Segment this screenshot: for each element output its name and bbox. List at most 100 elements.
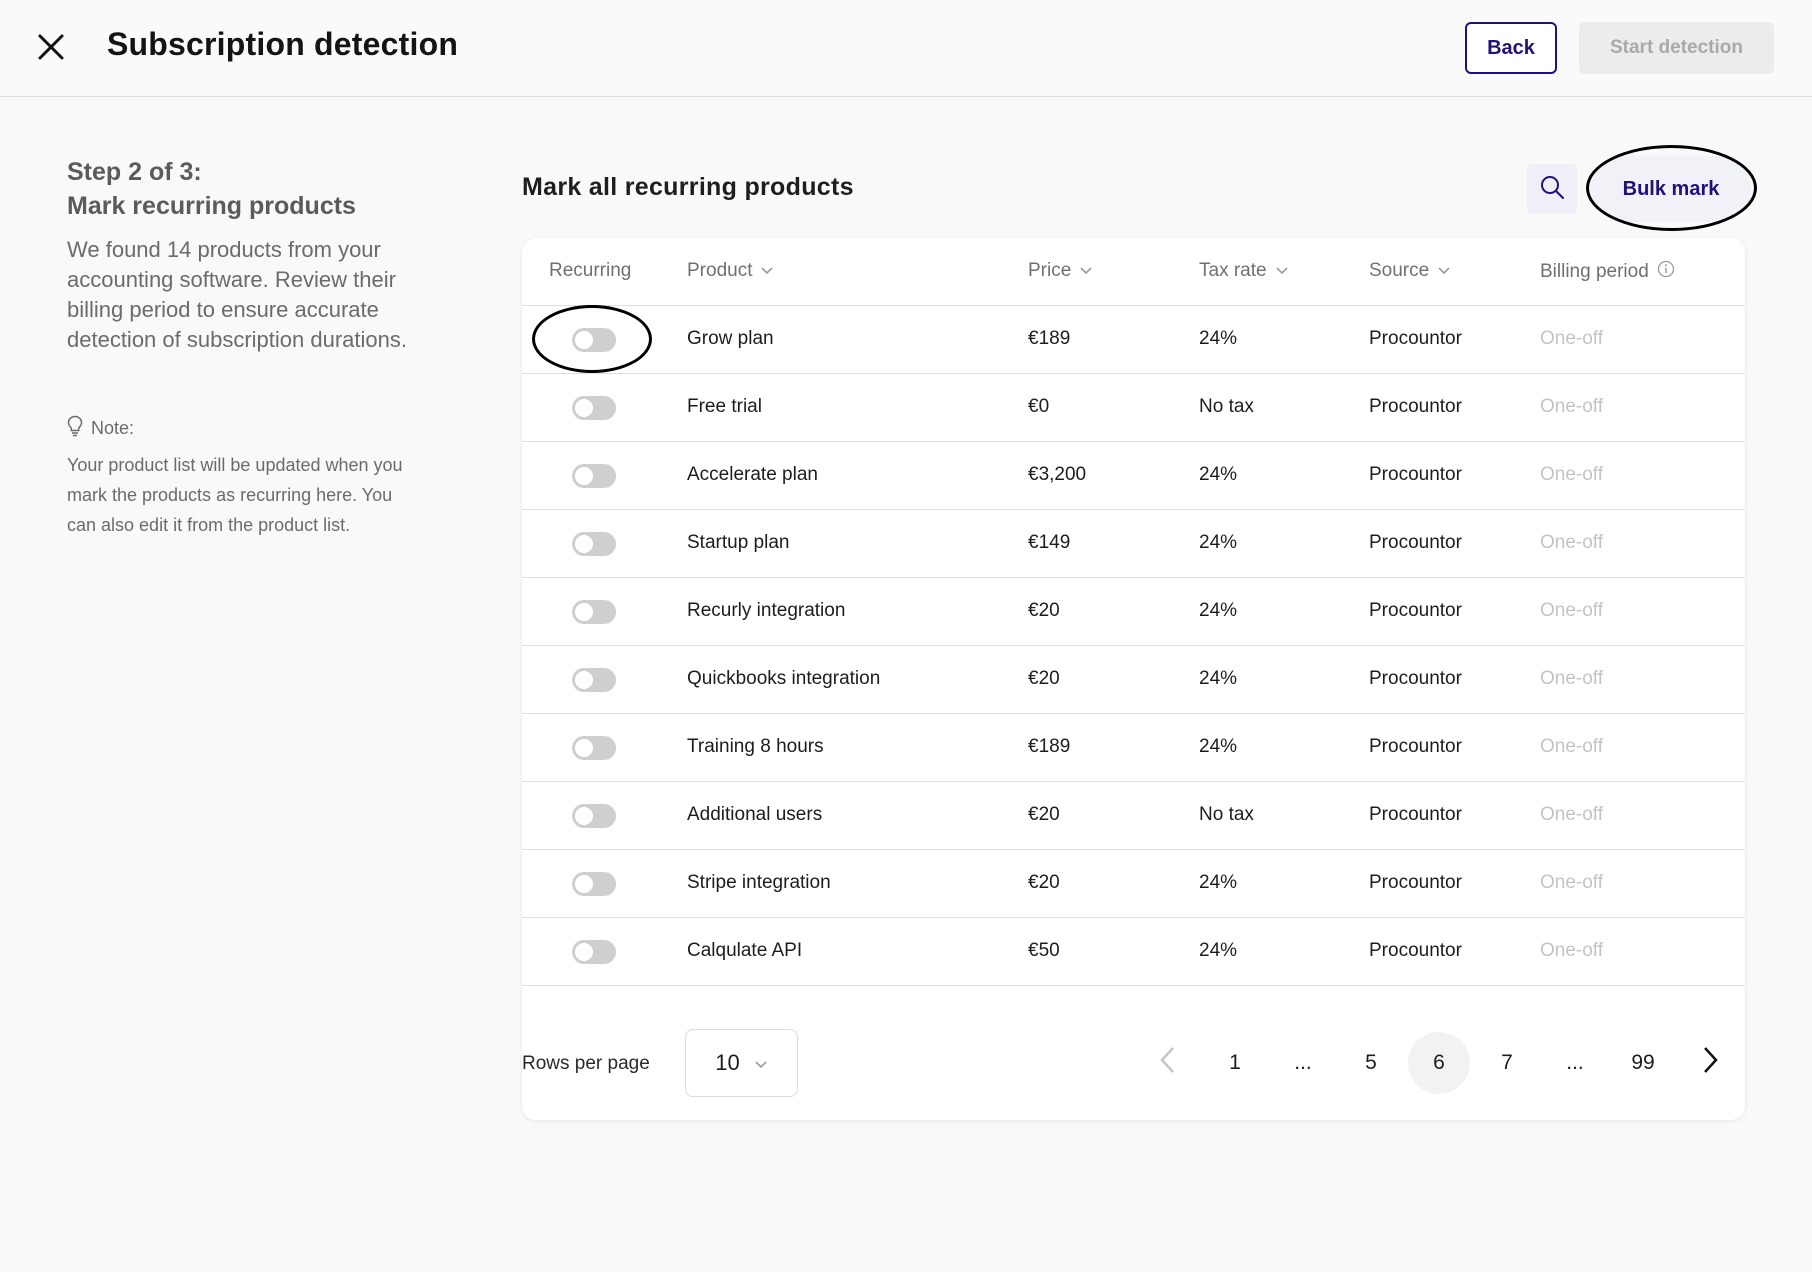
product-tax-rate: No tax [1199, 396, 1254, 417]
billing-period: One-off [1540, 396, 1604, 417]
search-icon [1539, 174, 1565, 205]
next-page-button[interactable] [1680, 1032, 1742, 1094]
step-info-panel: Step 2 of 3: Mark recurring products We … [67, 155, 407, 540]
recurring-toggle[interactable] [572, 940, 616, 964]
billing-period: One-off [1540, 940, 1604, 961]
product-price: €20 [1028, 872, 1060, 893]
close-icon[interactable] [33, 29, 69, 65]
table-row: Grow plan €189 24% Procountor One-off [522, 306, 1745, 374]
page-button[interactable]: 7 [1476, 1032, 1538, 1094]
product-name: Grow plan [687, 328, 774, 349]
product-source: Procountor [1369, 600, 1462, 621]
search-button[interactable] [1527, 164, 1577, 214]
recurring-toggle[interactable] [572, 668, 616, 692]
start-detection-button[interactable]: Start detection [1579, 22, 1774, 74]
product-tax-rate: 24% [1199, 668, 1238, 689]
rows-per-page-label: Rows per page [522, 1053, 650, 1074]
recurring-toggle[interactable] [572, 328, 616, 352]
product-tax-rate: 24% [1199, 872, 1238, 893]
rows-per-page-select[interactable]: 10 [685, 1029, 798, 1097]
chevron-right-icon [1702, 1045, 1720, 1081]
product-price: €20 [1028, 668, 1060, 689]
product-tax-rate: 24% [1199, 736, 1238, 757]
step-counter: Step 2 of 3: [67, 158, 202, 186]
billing-period: One-off [1540, 532, 1604, 553]
product-price: €189 [1028, 736, 1071, 757]
table-row: Quickbooks integration €20 24% Procounto… [522, 646, 1745, 714]
previous-page-button[interactable] [1136, 1032, 1198, 1094]
info-icon[interactable] [1657, 260, 1675, 284]
column-header-billing-period: Billing period [1540, 260, 1675, 284]
page-ellipsis: ... [1294, 1051, 1312, 1074]
product-price: €149 [1028, 532, 1071, 553]
product-tax-rate: No tax [1199, 804, 1254, 825]
column-header-recurring: Recurring [549, 260, 632, 281]
product-price: €189 [1028, 328, 1071, 349]
step-title: Mark recurring products [67, 192, 356, 220]
recurring-toggle[interactable] [572, 464, 616, 488]
product-source: Procountor [1369, 328, 1462, 349]
column-header-source[interactable]: Source [1369, 260, 1451, 282]
product-name: Quickbooks integration [687, 668, 881, 689]
chevron-down-icon [1079, 260, 1093, 282]
product-name: Stripe integration [687, 872, 831, 893]
chevron-down-icon [760, 260, 774, 282]
bulk-mark-button[interactable]: Bulk mark [1591, 156, 1751, 222]
page-title: Subscription detection [107, 26, 459, 62]
chevron-down-icon [754, 1050, 768, 1076]
table-row: Startup plan €149 24% Procountor One-off [522, 510, 1745, 578]
product-name: Accelerate plan [687, 464, 818, 485]
product-source: Procountor [1369, 872, 1462, 893]
column-header-price[interactable]: Price [1028, 260, 1093, 282]
recurring-toggle[interactable] [572, 396, 616, 420]
page-button[interactable]: 5 [1340, 1032, 1402, 1094]
product-source: Procountor [1369, 396, 1462, 417]
product-price: €20 [1028, 600, 1060, 621]
section-heading: Mark all recurring products [522, 173, 854, 201]
product-name: Additional users [687, 804, 823, 825]
product-name: Calqulate API [687, 940, 803, 961]
recurring-toggle[interactable] [572, 804, 616, 828]
page-button[interactable]: 99 [1612, 1032, 1674, 1094]
back-button[interactable]: Back [1465, 22, 1557, 74]
recurring-toggle[interactable] [572, 600, 616, 624]
product-name: Free trial [687, 396, 762, 417]
note-text: Your product list will be updated when y… [67, 455, 403, 535]
product-price: €3,200 [1028, 464, 1087, 485]
step-description: We found 14 products from your accountin… [67, 237, 407, 352]
recurring-toggle[interactable] [572, 736, 616, 760]
note-header: Note: [67, 415, 407, 442]
table-row: Recurly integration €20 24% Procountor O… [522, 578, 1745, 646]
table-row: Calqulate API €50 24% Procountor One-off [522, 918, 1745, 986]
billing-period: One-off [1540, 328, 1604, 349]
product-source: Procountor [1369, 532, 1462, 553]
billing-period: One-off [1540, 668, 1604, 689]
product-source: Procountor [1369, 668, 1462, 689]
product-price: €0 [1028, 396, 1050, 417]
billing-period: One-off [1540, 600, 1604, 621]
table-row: Stripe integration €20 24% Procountor On… [522, 850, 1745, 918]
product-tax-rate: 24% [1199, 532, 1238, 553]
column-header-product[interactable]: Product [687, 260, 774, 282]
product-source: Procountor [1369, 804, 1462, 825]
product-name: Startup plan [687, 532, 790, 553]
recurring-toggle[interactable] [572, 532, 616, 556]
chevron-down-icon [1275, 260, 1289, 282]
product-source: Procountor [1369, 940, 1462, 961]
page-button-current[interactable]: 6 [1408, 1032, 1470, 1094]
rows-per-page-value: 10 [715, 1050, 740, 1075]
column-header-tax-rate[interactable]: Tax rate [1199, 260, 1289, 282]
product-source: Procountor [1369, 464, 1462, 485]
product-source: Procountor [1369, 736, 1462, 757]
note-label: Note: [91, 418, 135, 438]
billing-period: One-off [1540, 736, 1604, 757]
billing-period: One-off [1540, 872, 1604, 893]
recurring-toggle[interactable] [572, 872, 616, 896]
product-name: Training 8 hours [687, 736, 824, 757]
lightbulb-icon [67, 415, 83, 442]
billing-period: One-off [1540, 804, 1604, 825]
top-bar: Subscription detection Back Start detect… [0, 0, 1812, 97]
page-button[interactable]: 1 [1204, 1032, 1266, 1094]
billing-period: One-off [1540, 464, 1604, 485]
table-row: Free trial €0 No tax Procountor One-off [522, 374, 1745, 442]
